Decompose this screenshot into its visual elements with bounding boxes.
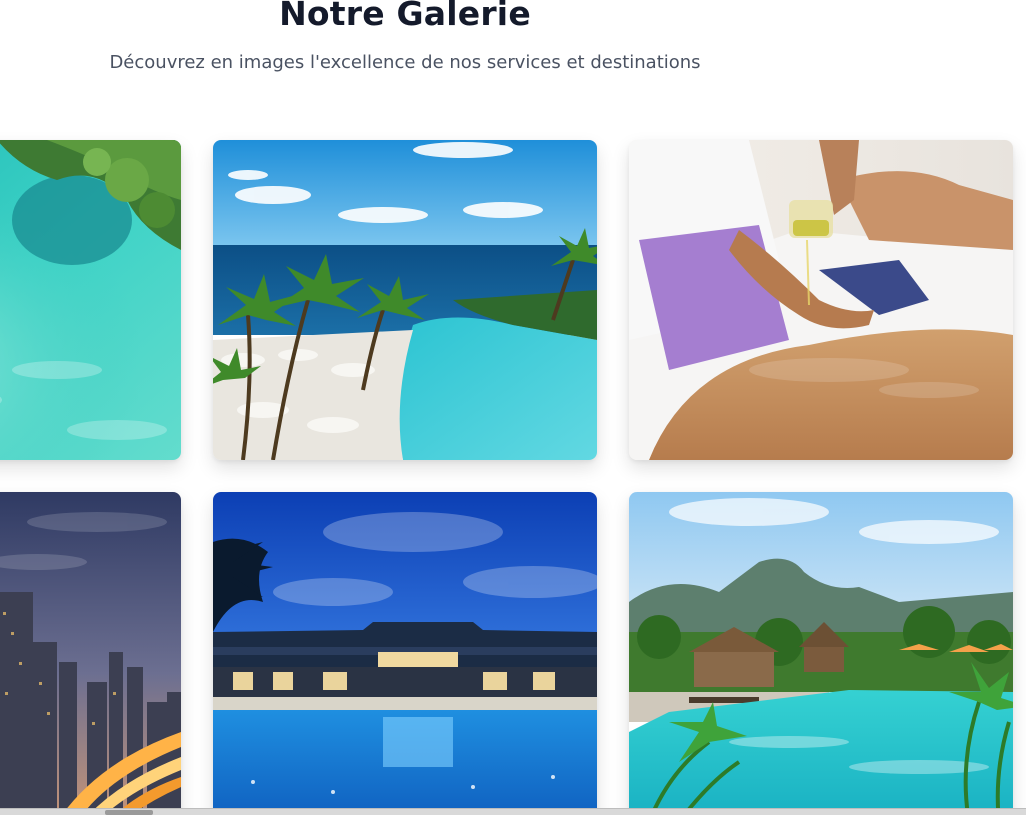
gallery-image-city-skyline[interactable] <box>0 492 181 815</box>
gallery-image-spa-massage[interactable] <box>629 140 1013 460</box>
tropical-villas-photo <box>629 492 1013 815</box>
gallery-page: Notre Galerie Découvrez en images l'exce… <box>0 0 1026 815</box>
city-skyline-photo <box>0 492 181 815</box>
gallery-image-tropical-villas[interactable] <box>629 492 1013 815</box>
scrollbar-thumb[interactable] <box>105 810 153 815</box>
spa-massage-photo <box>629 140 1013 460</box>
horizontal-scrollbar[interactable] <box>0 808 1026 815</box>
gallery-image-infinity-pool[interactable] <box>213 140 597 460</box>
gallery-subtitle: Découvrez en images l'excellence de nos … <box>109 52 701 73</box>
gallery-image-lagoon[interactable] <box>0 140 181 460</box>
infinity-pool-photo <box>213 140 597 460</box>
gallery-image-twilight-resort[interactable] <box>213 492 597 815</box>
gallery-title: Notre Galerie <box>279 0 531 33</box>
lagoon-photo <box>0 140 181 460</box>
twilight-resort-photo <box>213 492 597 815</box>
